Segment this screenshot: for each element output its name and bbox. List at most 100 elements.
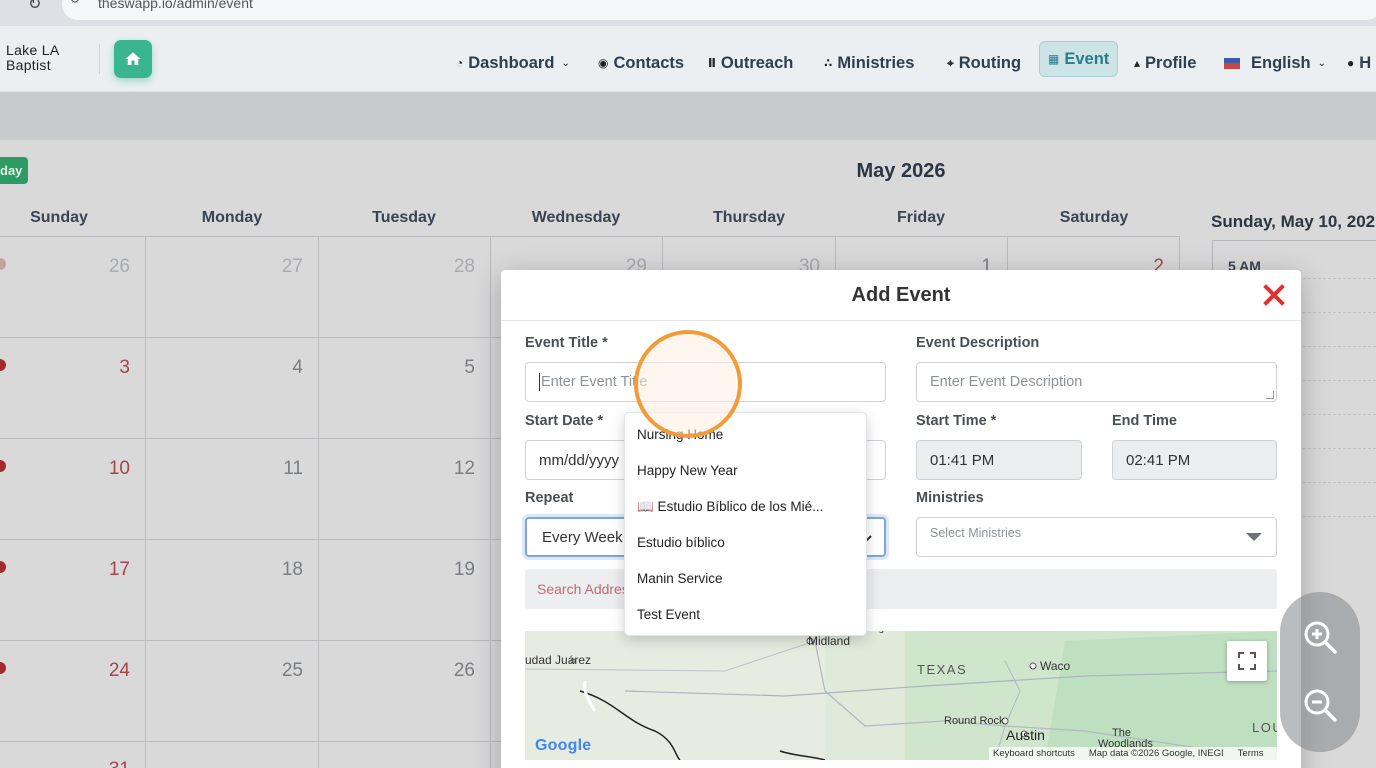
- day-cell-number[interactable]: 10: [90, 458, 130, 480]
- start-date-label: Start Date *: [525, 413, 604, 429]
- weekday-thursday: Thursday: [712, 209, 785, 226]
- grid-line: [145, 236, 146, 768]
- day-cell-number[interactable]: 3: [90, 357, 130, 379]
- home-button[interactable]: [114, 40, 152, 78]
- nav-language-label: English: [1251, 53, 1311, 72]
- nav-language[interactable]: English ⌄: [1224, 46, 1326, 80]
- map-label-partial: ng: [873, 631, 884, 634]
- event-description-input[interactable]: Enter Event Description: [916, 362, 1277, 402]
- day-cell-number[interactable]: 4: [263, 357, 303, 379]
- suggestion-item[interactable]: Test Event: [637, 607, 700, 622]
- map[interactable]: udad Juárez Midland TEXAS Waco Round Roc…: [525, 631, 1277, 760]
- event-dot[interactable]: [0, 359, 6, 371]
- map-pin-icon: ⌖: [947, 55, 954, 70]
- event-title-label: Event Title *: [525, 335, 608, 351]
- repeat-select-value: Every Week: [542, 528, 623, 546]
- day-cell-number[interactable]: 5: [435, 357, 475, 379]
- nav-ministries-label: Ministries: [837, 53, 915, 72]
- day-cell-number[interactable]: 11: [263, 458, 303, 480]
- user-circle-icon: ◉: [598, 56, 609, 70]
- weekday-saturday: Saturday: [1059, 209, 1129, 226]
- nav-event[interactable]: ▦ Event: [1039, 41, 1119, 77]
- repeat-label: Repeat: [525, 490, 574, 506]
- event-title-suggestions: Nursing Home Happy New Year 📖 Estudio Bí…: [624, 412, 867, 636]
- event-dot[interactable]: [0, 460, 6, 472]
- day-view-title: Sunday, May 10, 202: [1211, 212, 1376, 231]
- grid-line: [490, 236, 491, 768]
- map-footer: Keyboard shortcuts Map data ©2026 Google…: [989, 747, 1277, 760]
- nav-contacts-label: Contacts: [613, 53, 685, 72]
- terms-link[interactable]: Terms: [1238, 748, 1264, 759]
- day-cell-number[interactable]: 18: [263, 559, 303, 581]
- day-cell-number[interactable]: 12: [435, 458, 475, 480]
- ministries-select[interactable]: Select Ministries: [916, 517, 1277, 557]
- event-description-placeholder: Enter Event Description: [930, 374, 1083, 390]
- nav-dashboard-label: Dashboard: [468, 53, 555, 72]
- org-name-line1: Lake LA: [6, 42, 60, 58]
- day-cell-number[interactable]: 26: [435, 660, 475, 682]
- weekday-monday: Monday: [201, 209, 263, 226]
- address-bar[interactable]: [62, 0, 1376, 20]
- today-button[interactable]: day: [0, 157, 28, 184]
- day-cell-number[interactable]: 27: [263, 256, 303, 278]
- nav-help-label: H: [1359, 53, 1372, 72]
- home-icon: [125, 52, 141, 65]
- nav-outreach[interactable]: Ⅱ Outreach: [708, 46, 793, 80]
- search-address-placeholder: Search Addres: [537, 581, 629, 597]
- outreach-icon: Ⅱ: [708, 56, 716, 70]
- add-event-modal: Add Event Event Title * Enter Event Titl…: [501, 270, 1301, 768]
- nav-profile[interactable]: ▴ Profile: [1134, 46, 1196, 80]
- keyboard-shortcuts-link[interactable]: Keyboard shortcuts: [993, 748, 1075, 759]
- day-cell-number[interactable]: 26: [90, 256, 130, 278]
- url-text[interactable]: theswapp.io/admin/event: [98, 0, 253, 11]
- nav-dashboard[interactable]: ◔ Dashboard ⌄: [456, 46, 570, 80]
- dashboard-icon: ◔: [456, 56, 464, 70]
- day-cell-number[interactable]: 19: [435, 559, 475, 581]
- chevron-down-icon: ⌄: [1317, 57, 1326, 69]
- weekday-friday: Friday: [896, 209, 945, 226]
- nav-event-label: Event: [1064, 49, 1110, 68]
- close-icon[interactable]: [1262, 283, 1286, 307]
- event-dot[interactable]: [0, 561, 6, 573]
- cursor-highlight: [634, 330, 742, 438]
- suggestion-item[interactable]: Manin Service: [637, 571, 723, 586]
- day-cell-number[interactable]: 31: [90, 759, 130, 768]
- event-description-label: Event Description: [916, 335, 1040, 351]
- day-cell-number[interactable]: 28: [435, 256, 475, 278]
- nav-contacts[interactable]: ◉ Contacts: [598, 46, 684, 80]
- text-caret: [539, 373, 540, 391]
- day-cell-number[interactable]: 24: [90, 660, 130, 682]
- nav-routing-label: Routing: [958, 53, 1022, 72]
- zoom-out-icon[interactable]: [1302, 687, 1338, 723]
- day-cell-number[interactable]: 25: [263, 660, 303, 682]
- start-date-value: mm/dd/yyyy: [539, 451, 620, 469]
- ministries-label: Ministries: [916, 490, 984, 506]
- weekday-tuesday: Tuesday: [372, 209, 436, 226]
- end-time-value: 02:41 PM: [1126, 451, 1191, 469]
- month-title: May 2026: [856, 160, 946, 182]
- google-logo-text: Google: [535, 737, 592, 754]
- nav-routing[interactable]: ⌖ Routing: [947, 46, 1021, 80]
- nav-help[interactable]: ● H: [1347, 46, 1371, 80]
- suggestion-item[interactable]: Estudio bíblico: [637, 535, 725, 550]
- today-button-label: day: [0, 163, 23, 178]
- suggestion-item[interactable]: Happy New Year: [637, 463, 738, 478]
- nav-ministries[interactable]: ∴ Ministries: [824, 46, 914, 80]
- start-time-input[interactable]: 01:41 PM: [916, 440, 1082, 480]
- end-time-input[interactable]: 02:41 PM: [1112, 440, 1277, 480]
- resize-handle[interactable]: [1266, 391, 1274, 399]
- site-settings-icon[interactable]: ⚙: [70, 0, 86, 7]
- day-cell-number[interactable]: 17: [90, 559, 130, 581]
- fullscreen-icon: [1238, 652, 1256, 670]
- reload-icon[interactable]: ↻: [28, 0, 41, 14]
- zoom-in-icon[interactable]: [1302, 619, 1338, 655]
- map-label-juarez: udad Juárez: [525, 653, 592, 667]
- suggestion-item[interactable]: 📖 Estudio Bíblico de los Mié...: [637, 499, 823, 515]
- event-dot[interactable]: [0, 258, 6, 270]
- map-fullscreen-button[interactable]: [1227, 641, 1267, 681]
- sitemap-icon: ∴: [824, 56, 833, 70]
- event-title-placeholder: Enter Event Title: [541, 374, 648, 390]
- event-dot[interactable]: [0, 662, 6, 674]
- start-time-label: Start Time *: [916, 413, 997, 429]
- top-navbar: Lake LA Baptist ◔ Dashboard ⌄ ◉ Contacts…: [0, 26, 1376, 92]
